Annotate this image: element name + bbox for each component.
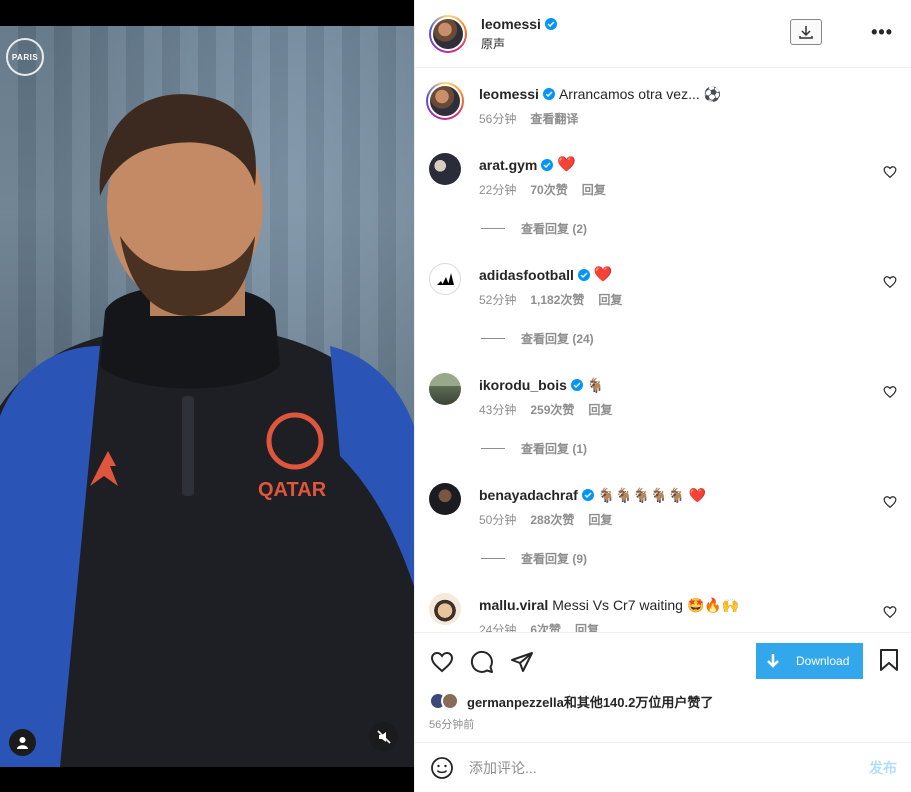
verified-icon xyxy=(577,269,590,281)
heart-icon[interactable] xyxy=(883,165,897,179)
likes-text: germanpezzella和其他140.2万位用户赞了 xyxy=(467,694,714,710)
tagged-user-icon[interactable] xyxy=(9,729,36,756)
player-figure: QATAR xyxy=(0,94,414,767)
comment-icon[interactable] xyxy=(469,649,495,675)
comment-time: 52分钟 xyxy=(479,293,517,307)
comment-time: 22分钟 xyxy=(479,183,517,197)
heart-icon[interactable] xyxy=(883,385,897,399)
emoji-icon[interactable] xyxy=(429,755,455,781)
soccer-ball-icon: ⚽ xyxy=(703,86,722,102)
comment: arat.gym ❤️ 22分钟 70次赞 回复 查看回复 (2) xyxy=(429,153,897,237)
media-pane: PARIS QATAR xyxy=(0,0,414,792)
post-dialog: PARIS QATAR leomessi 原声 ••• leomessi Arr… xyxy=(0,0,911,792)
comment: benayadachraf 🐐🐐🐐🐐🐐 ❤️ 50分钟 288次赞 回复 查看回… xyxy=(429,483,897,567)
view-replies-label: 查看回复 (1) xyxy=(521,442,588,456)
view-replies-button[interactable]: 查看回复 (9) xyxy=(481,550,897,567)
author-avatar[interactable] xyxy=(429,14,467,53)
comment-username[interactable]: mallu.viral xyxy=(479,596,548,614)
caption-time: 56分钟 xyxy=(479,112,517,126)
comment-emoji: 🤩🔥🙌 xyxy=(686,597,740,613)
reply-button[interactable]: 回复 xyxy=(588,401,612,418)
verified-icon xyxy=(544,17,557,30)
post-comment-button[interactable]: 发布 xyxy=(869,758,897,778)
post-timestamp: 56分钟前 xyxy=(429,719,475,731)
verified-icon xyxy=(570,379,583,391)
comment-avatar[interactable] xyxy=(429,263,461,295)
comment-like-count[interactable]: 288次赞 xyxy=(530,511,574,528)
download-button[interactable]: Download xyxy=(756,643,863,679)
caption-text: Arrancamos otra vez... xyxy=(558,86,700,102)
view-replies-label: 查看回复 (2) xyxy=(521,222,588,236)
comment-composer: 发布 xyxy=(415,742,911,792)
comment-like-count[interactable]: 6次赞 xyxy=(530,621,561,632)
more-options-icon[interactable]: ••• xyxy=(871,22,893,43)
comment-avatar[interactable] xyxy=(429,593,461,625)
comment-input[interactable] xyxy=(469,759,809,776)
view-replies-button[interactable]: 查看回复 (1) xyxy=(481,440,897,457)
reply-button[interactable]: 回复 xyxy=(588,511,612,528)
comment: adidasfootball ❤️ 52分钟 1,182次赞 回复 查看回复 (… xyxy=(429,263,897,347)
author-username[interactable]: leomessi xyxy=(481,16,541,32)
verified-icon xyxy=(581,489,594,501)
comment-text: Messi Vs Cr7 waiting xyxy=(552,597,683,613)
download-label: Download xyxy=(796,654,850,668)
view-replies-label: 查看回复 (9) xyxy=(521,552,588,566)
comment-username[interactable]: benayadachraf xyxy=(479,486,578,504)
audio-label[interactable]: 原声 xyxy=(481,35,557,52)
reply-button[interactable]: 回复 xyxy=(598,291,622,308)
comment-like-count[interactable]: 259次赞 xyxy=(530,401,574,418)
post-header: leomessi 原声 ••• xyxy=(415,0,911,68)
reply-button[interactable]: 回复 xyxy=(575,621,599,632)
likes-summary[interactable]: germanpezzella和其他140.2万位用户赞了 xyxy=(415,690,911,712)
view-replies-label: 查看回复 (24) xyxy=(521,332,594,346)
caption: leomessi Arrancamos otra vez... ⚽ 56分钟 查… xyxy=(426,82,897,127)
verified-icon xyxy=(542,88,555,100)
comment-like-count[interactable]: 70次赞 xyxy=(530,181,567,198)
post-side-panel: leomessi 原声 ••• leomessi Arrancamos otra… xyxy=(414,0,911,792)
avatar xyxy=(441,692,459,710)
heart-icon[interactable] xyxy=(883,275,897,289)
bookmark-icon[interactable] xyxy=(879,649,899,676)
comment-avatar[interactable] xyxy=(429,153,461,185)
like-icon[interactable] xyxy=(429,649,455,675)
verified-icon xyxy=(541,159,554,171)
comment-username[interactable]: arat.gym xyxy=(479,156,537,174)
comment-username[interactable]: adidasfootball xyxy=(479,266,574,284)
comment-avatar[interactable] xyxy=(429,373,461,405)
goat-emoji: 🐐🐐🐐🐐🐐 ❤️ xyxy=(597,487,707,503)
comment-time: 24分钟 xyxy=(479,623,517,632)
action-bar: Download xyxy=(415,632,911,690)
heart-icon[interactable] xyxy=(883,605,897,619)
download-icon[interactable] xyxy=(790,19,822,45)
comment: ikorodu_bois 🐐 43分钟 259次赞 回复 查看回复 (1) xyxy=(429,373,897,457)
caption-avatar[interactable] xyxy=(426,82,464,120)
comment: mallu.viral Messi Vs Cr7 waiting 🤩🔥🙌 24分… xyxy=(429,593,897,632)
mute-icon[interactable] xyxy=(369,722,398,751)
liker-avatars xyxy=(429,692,459,710)
comment-emoji: ❤️ xyxy=(593,266,613,283)
share-icon[interactable] xyxy=(509,649,535,675)
comment-time: 43分钟 xyxy=(479,403,517,417)
comment-username[interactable]: ikorodu_bois xyxy=(479,376,567,394)
view-replies-button[interactable]: 查看回复 (2) xyxy=(481,220,897,237)
view-replies-button[interactable]: 查看回复 (24) xyxy=(481,330,897,347)
see-translation-link[interactable]: 查看翻译 xyxy=(530,110,578,127)
comment-avatar[interactable] xyxy=(429,483,461,515)
comment-time: 50分钟 xyxy=(479,513,517,527)
comments-list: leomessi Arrancamos otra vez... ⚽ 56分钟 查… xyxy=(415,68,911,632)
heart-icon[interactable] xyxy=(883,495,897,509)
post-video[interactable]: PARIS QATAR xyxy=(0,26,414,767)
comment-like-count[interactable]: 1,182次赞 xyxy=(530,291,584,308)
svg-text:QATAR: QATAR xyxy=(258,479,327,501)
comment-emoji: ❤️ xyxy=(557,156,577,173)
goat-emoji: 🐐 xyxy=(586,377,605,393)
reply-button[interactable]: 回复 xyxy=(582,181,606,198)
caption-username[interactable]: leomessi xyxy=(479,85,539,103)
download-arrow-icon xyxy=(756,643,790,679)
